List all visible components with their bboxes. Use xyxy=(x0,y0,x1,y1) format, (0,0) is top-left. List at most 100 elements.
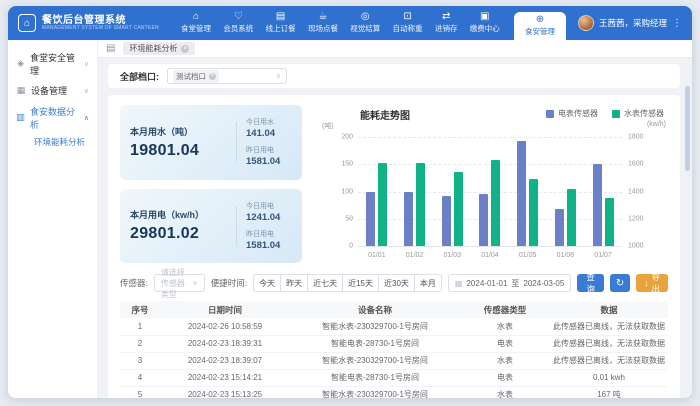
header-nav: ⌂食堂管理♡会员系统▤线上订餐☕现场点餐◎视觉结算⊡自动称重⇄进销存▣缴费中心 xyxy=(169,6,512,40)
table-row[interactable]: 12024-02-26 10:58:59智能水表-230329700-1号房间水… xyxy=(120,318,668,335)
open-tab-energy-analysis[interactable]: 环境能耗分析 xyxy=(123,42,195,55)
food-safety-icon xyxy=(536,15,544,25)
scrollbar-thumb[interactable] xyxy=(685,86,690,171)
table-row[interactable]: 22024-02-23 18:39:31智能电表-28730-1号房间电表此传感… xyxy=(120,335,668,352)
table-cell: 167 吨 xyxy=(550,386,668,398)
visual-settlement-icon: ◎ xyxy=(361,12,370,22)
stat-side-value: 1581.04 xyxy=(246,156,292,167)
column-header: 传感器类型 xyxy=(460,301,550,318)
bar-group: 01/04 xyxy=(479,137,500,246)
legend-swatch xyxy=(612,110,620,118)
scrollbar-track[interactable] xyxy=(685,84,690,392)
stall-select[interactable]: 测试档口 xyxy=(167,68,287,84)
quick-time-button-1[interactable]: 昨天 xyxy=(280,274,308,292)
right-axis-unit: (kw/h) xyxy=(647,121,666,128)
nav-item-inventory[interactable]: ⇄进销存 xyxy=(429,10,464,36)
selected-stall-chip[interactable]: 测试档口 xyxy=(173,70,219,83)
legend-item-1[interactable]: 水表传感器 xyxy=(612,108,664,119)
nav-item-label: 会员系统 xyxy=(223,23,253,34)
sensor-type-select[interactable]: 请选择传感器类型 xyxy=(154,274,205,292)
bar-group: 01/02 xyxy=(404,137,425,246)
right-axis-tick: 1800 xyxy=(628,134,644,141)
table-cell: 此传感器已离线，无法获取数据 xyxy=(550,335,668,352)
table-cell: 2024-02-23 15:13:25 xyxy=(160,386,290,398)
legend-item-0[interactable]: 电表传感器 xyxy=(546,108,598,119)
column-header: 设备名称 xyxy=(290,301,460,318)
refresh-icon xyxy=(616,278,624,289)
nav-item-label: 缴费中心 xyxy=(470,23,500,34)
column-header: 序号 xyxy=(120,301,160,318)
sensor-data-table: 序号 日期时间 设备名称 传感器类型 数据 12024-02-26 10:58:… xyxy=(120,301,668,398)
safety-icon xyxy=(16,58,25,69)
table-cell: 智能水表-230329700-1号房间 xyxy=(290,318,460,335)
table-cell: 2 xyxy=(120,335,160,352)
chart-bar xyxy=(593,164,602,246)
device-icon xyxy=(16,85,26,96)
table-cell: 水表 xyxy=(460,386,550,398)
tab-strip: 环境能耗分析 xyxy=(98,40,692,58)
nav-item-payment-center[interactable]: ▣缴费中心 xyxy=(464,10,506,36)
column-header: 数据 xyxy=(550,301,668,318)
sidebar-item-device-management[interactable]: 设备管理 xyxy=(8,77,97,104)
chart-title: 能耗走势图 xyxy=(360,107,410,122)
nav-item-canteen[interactable]: ⌂食堂管理 xyxy=(175,10,217,36)
nav-item-online-order[interactable]: ▤线上订餐 xyxy=(260,10,302,36)
close-icon[interactable] xyxy=(181,45,189,53)
sensor-select-placeholder: 请选择传感器类型 xyxy=(161,267,193,300)
nav-item-auto-weighing[interactable]: ⊡自动称重 xyxy=(387,10,429,36)
quick-time-button-4[interactable]: 近30天 xyxy=(378,274,415,292)
collapse-menu-icon[interactable] xyxy=(106,43,115,54)
download-icon xyxy=(644,278,648,288)
table-cell: 2024-02-26 10:58:59 xyxy=(160,318,290,335)
more-menu-icon[interactable] xyxy=(672,18,682,29)
date-range-picker[interactable]: 2024-01-01 至 2024-03-05 xyxy=(448,274,571,292)
sidebar-item-food-safety-analysis[interactable]: 食安数据分析 xyxy=(8,104,97,131)
scroll-area: 全部档口: 测试档口 xyxy=(98,58,692,398)
quick-time-button-5[interactable]: 本月 xyxy=(414,274,442,292)
water-stat-value: 19801.04 xyxy=(130,142,227,160)
nav-item-onsite-order[interactable]: ☕现场点餐 xyxy=(302,10,344,36)
chart-bar xyxy=(479,194,488,246)
user-menu[interactable]: 王茜茜，采购经理 xyxy=(568,6,692,40)
nav-item-visual-settlement[interactable]: ◎视觉结算 xyxy=(344,10,386,36)
nav-item-food-safety-active[interactable]: 食安管理 xyxy=(514,12,566,40)
sidebar-item-canteen-safety[interactable]: 食堂安全管理 xyxy=(8,50,97,77)
table-cell: 智能水表-230329700-1号房间 xyxy=(290,386,460,398)
open-tab-label: 环境能耗分析 xyxy=(129,43,177,54)
left-axis-tick: 0 xyxy=(349,243,353,250)
electric-stat-value: 29801.02 xyxy=(130,225,227,243)
table-cell: 电表 xyxy=(460,369,550,386)
table-row[interactable]: 52024-02-23 15:13:25智能水表-230329700-1号房间水… xyxy=(120,386,668,398)
quick-time-button-0[interactable]: 今天 xyxy=(253,274,281,292)
quick-time-button-2[interactable]: 近七天 xyxy=(307,274,343,292)
app-window: 餐饮后台管理系统 MANAGEMENT SYSTEM OF SMART CANT… xyxy=(8,6,692,398)
x-axis-label: 01/01 xyxy=(368,252,386,259)
date-separator: 至 xyxy=(511,278,519,289)
nav-item-label: 视觉结算 xyxy=(350,23,380,34)
refresh-button[interactable] xyxy=(610,274,630,292)
x-axis-label: 01/03 xyxy=(443,252,461,259)
x-axis-label: 01/07 xyxy=(594,252,612,259)
bar-group: 01/07 xyxy=(593,137,614,246)
nav-item-member[interactable]: ♡会员系统 xyxy=(217,10,259,36)
table-row[interactable]: 42024-02-23 15:14:21智能电表-28730-1号房间电表0.0… xyxy=(120,369,668,386)
search-button[interactable]: 查询 xyxy=(577,274,604,292)
close-icon[interactable] xyxy=(209,73,216,80)
stat-side-label: 昨日用电 xyxy=(246,229,292,239)
bar-groups: 01/0101/0201/0301/0401/0501/0601/07 xyxy=(358,137,622,246)
divider xyxy=(236,206,237,246)
sidebar-subitem-energy-analysis[interactable]: 环境能耗分析 xyxy=(8,131,97,153)
table-row[interactable]: 32024-02-23 18:39:07智能水表-230329700-1号房间水… xyxy=(120,352,668,369)
table-cell: 智能电表-28730-1号房间 xyxy=(290,335,460,352)
chevron-down-icon xyxy=(193,279,198,287)
stall-filter-card: 全部档口: 测试档口 xyxy=(108,64,680,88)
sidebar: 食堂安全管理 设备管理 食安数据分析 环境能耗分析 xyxy=(8,40,98,398)
export-button[interactable]: 导出 xyxy=(636,274,668,292)
app-subtitle: MANAGEMENT SYSTEM OF SMART CANTEEN xyxy=(42,26,159,32)
sidebar-item-label: 食堂安全管理 xyxy=(30,51,79,77)
electric-stat-card: 本月用电（kw/h） 29801.02 今日用电 1241.04 xyxy=(120,189,302,264)
right-axis-tick: 1000 xyxy=(628,243,644,250)
quick-time-button-3[interactable]: 近15天 xyxy=(342,274,379,292)
water-stat-title: 本月用水（吨） xyxy=(130,125,227,138)
legend-label: 水表传感器 xyxy=(624,108,664,119)
